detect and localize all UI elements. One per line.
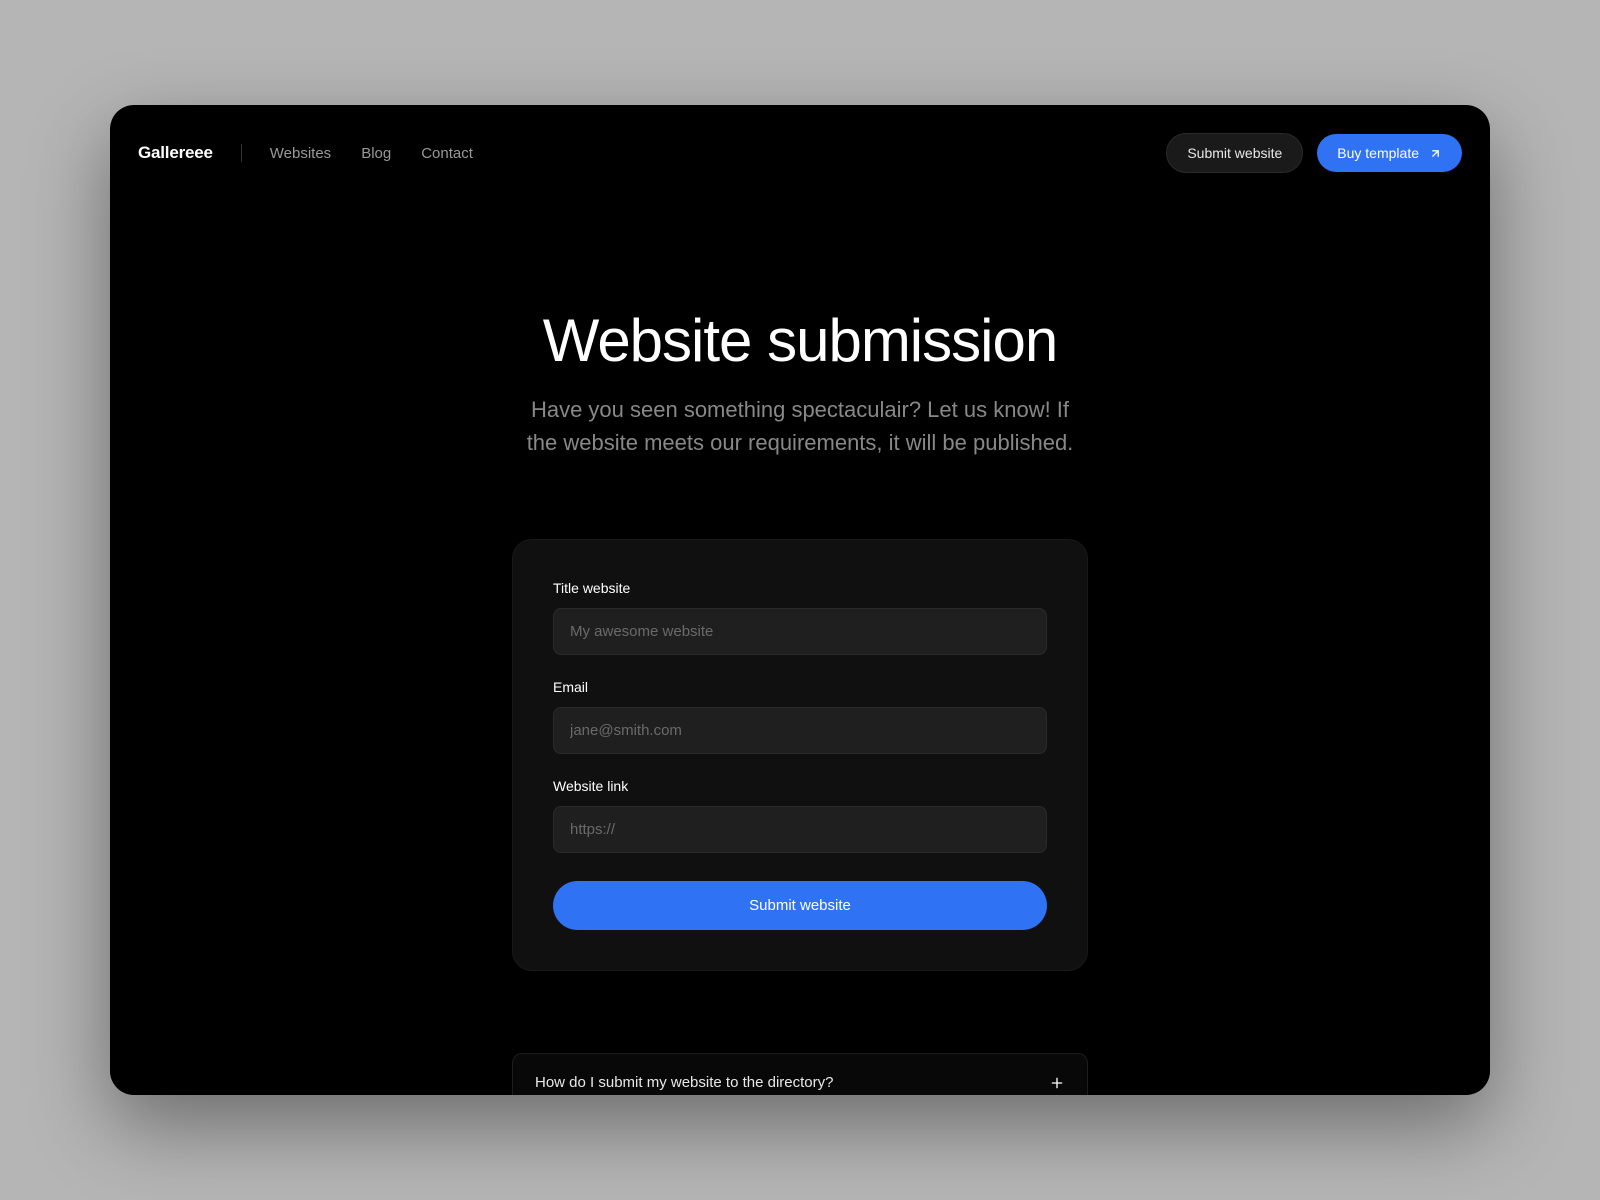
submit-website-button[interactable]: Submit website	[553, 881, 1047, 930]
page-title: Website submission	[110, 306, 1490, 375]
arrow-up-right-icon	[1429, 147, 1442, 160]
title-field-group: Title website	[553, 580, 1047, 655]
submit-website-header-button[interactable]: Submit website	[1166, 133, 1303, 173]
nav: Websites Blog Contact	[270, 145, 473, 162]
header-divider	[241, 144, 242, 162]
title-input[interactable]	[553, 608, 1047, 655]
faq-item[interactable]: How do I submit my website to the direct…	[512, 1053, 1088, 1095]
header-left: Gallereee Websites Blog Contact	[138, 143, 473, 163]
app-window: Gallereee Websites Blog Contact Submit w…	[110, 105, 1490, 1095]
header-right: Submit website Buy template	[1166, 133, 1462, 173]
title-label: Title website	[553, 580, 1047, 596]
nav-blog[interactable]: Blog	[361, 145, 391, 162]
header: Gallereee Websites Blog Contact Submit w…	[110, 105, 1490, 201]
page-subtitle: Have you seen something spectaculair? Le…	[520, 393, 1080, 459]
nav-websites[interactable]: Websites	[270, 145, 331, 162]
link-field-group: Website link	[553, 778, 1047, 853]
link-input[interactable]	[553, 806, 1047, 853]
link-label: Website link	[553, 778, 1047, 794]
email-label: Email	[553, 679, 1047, 695]
faq-section: How do I submit my website to the direct…	[512, 1053, 1088, 1095]
hero: Website submission Have you seen somethi…	[110, 306, 1490, 459]
faq-question: How do I submit my website to the direct…	[535, 1074, 833, 1091]
buy-template-label: Buy template	[1337, 145, 1419, 161]
plus-icon	[1049, 1075, 1065, 1091]
email-field-group: Email	[553, 679, 1047, 754]
nav-contact[interactable]: Contact	[421, 145, 473, 162]
submission-form: Title website Email Website link Submit …	[512, 539, 1088, 971]
logo[interactable]: Gallereee	[138, 143, 213, 163]
buy-template-button[interactable]: Buy template	[1317, 134, 1462, 172]
email-input[interactable]	[553, 707, 1047, 754]
